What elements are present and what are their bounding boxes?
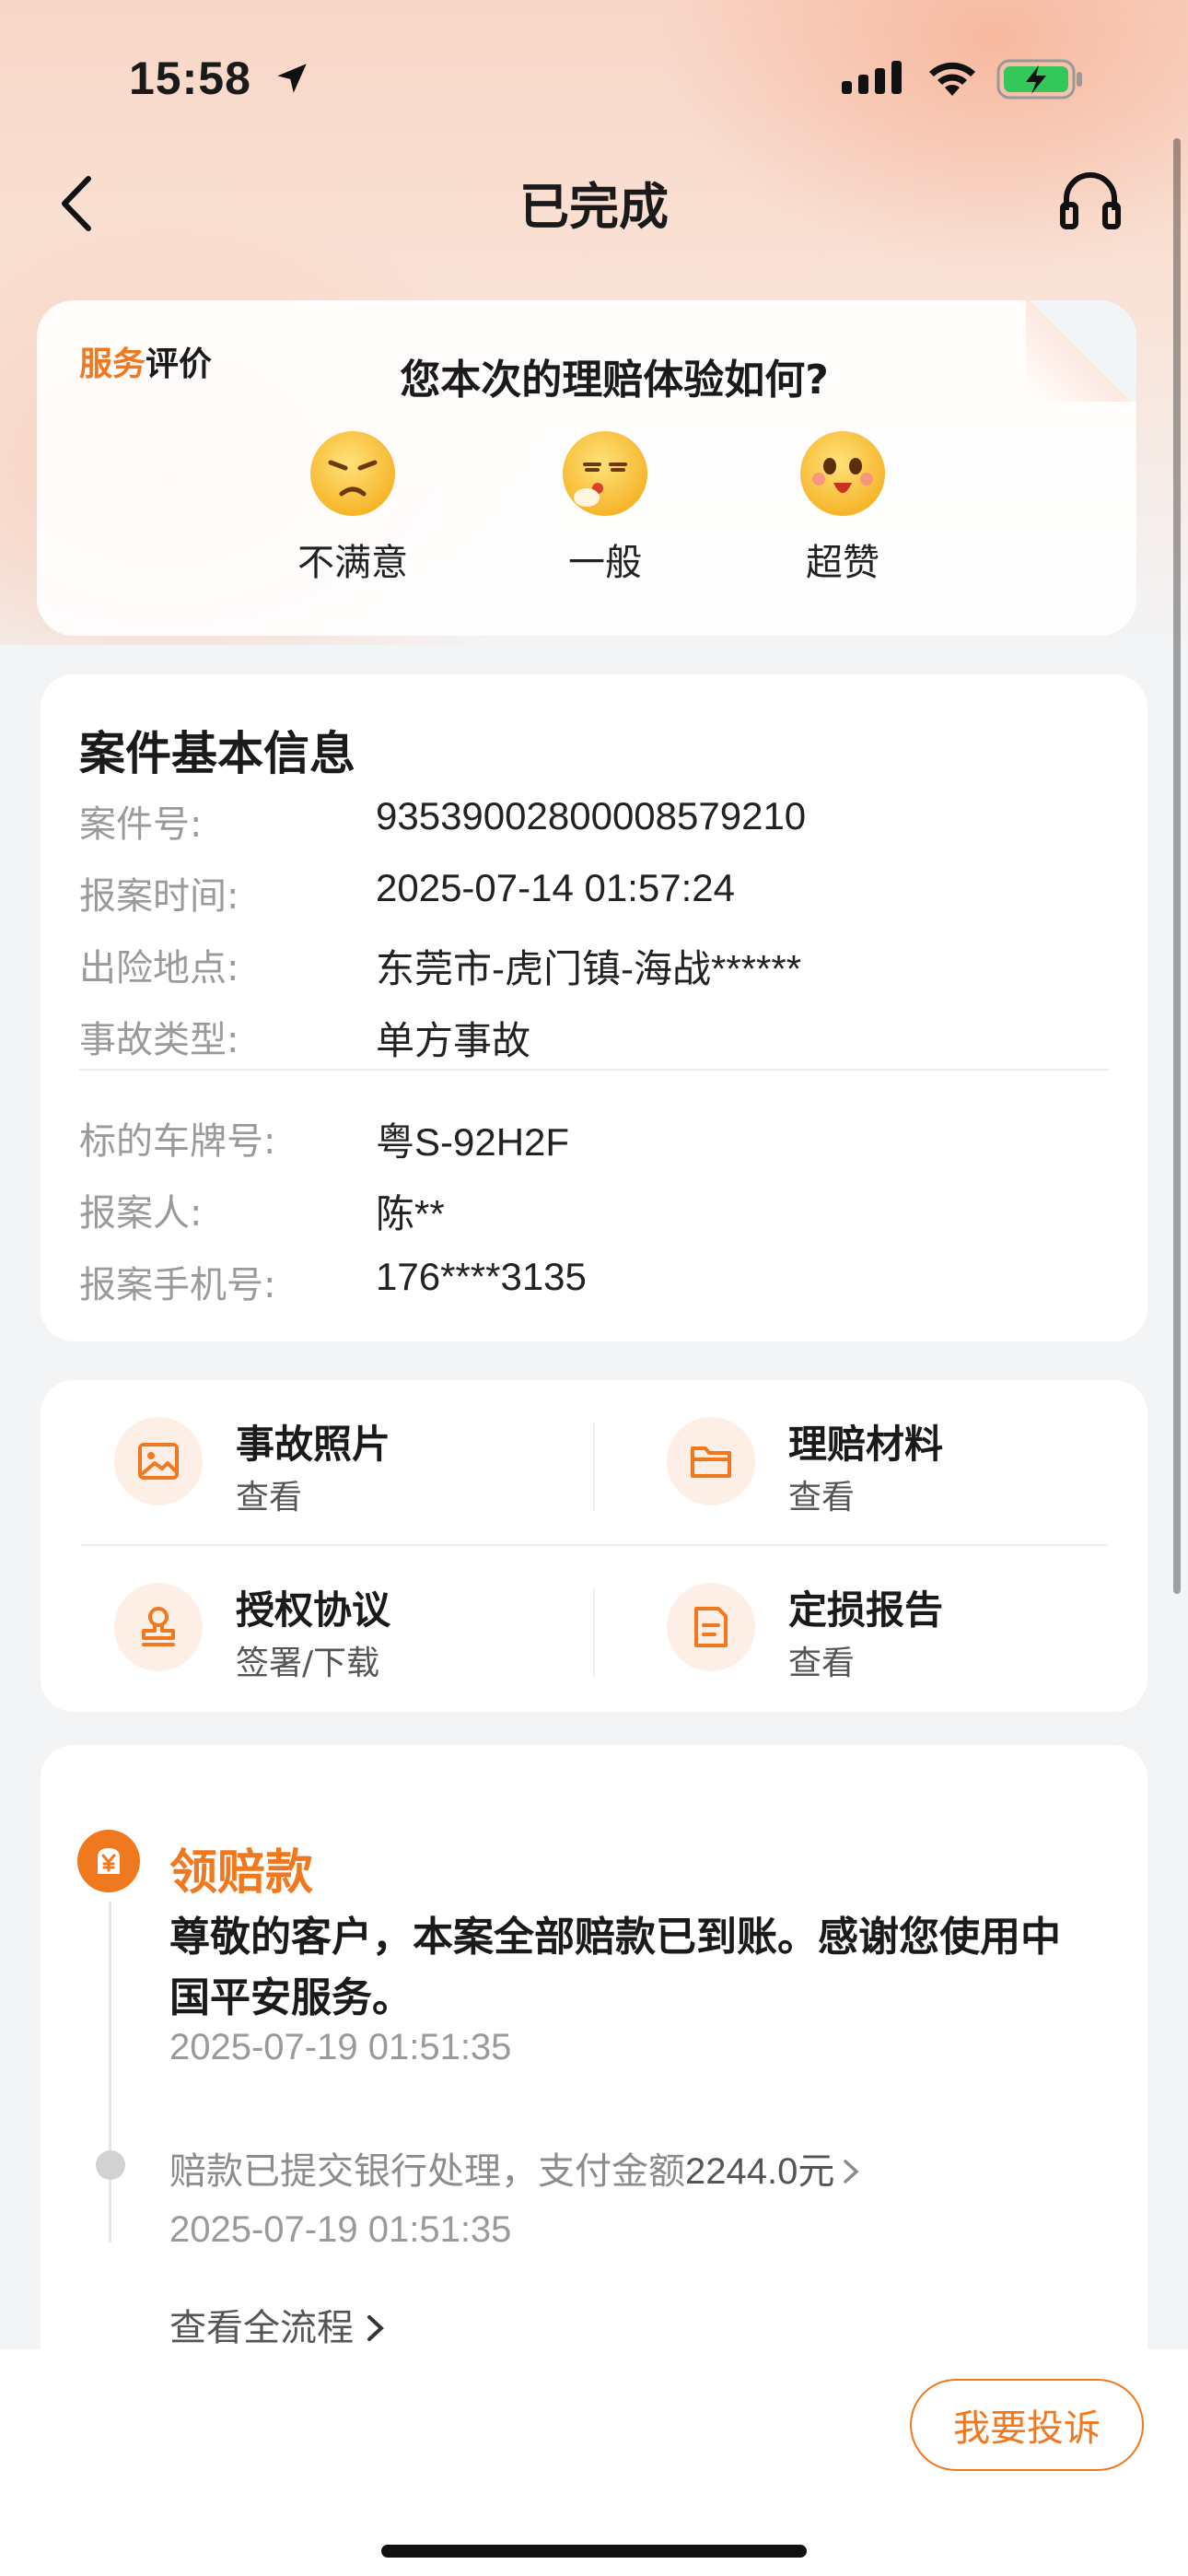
timeline-title: 领赔款 — [169, 1845, 314, 1901]
status-time: 15:58 — [129, 53, 251, 104]
quick-action-title: 授权协议 — [236, 1587, 391, 1633]
quick-action-sub: 查看 — [236, 1479, 303, 1516]
info-value: 单方事故 — [376, 1019, 531, 1062]
timeline-current-node — [77, 1830, 140, 1892]
info-value: 陈** — [376, 1192, 445, 1235]
rating-option-label: 一般 — [568, 542, 642, 584]
battery-charging-icon — [996, 59, 1082, 100]
quick-actions-card: 事故照片 查看 理赔材料 查看 授权协议 签署/下载 定损报告 查看 — [41, 1380, 1147, 1712]
quick-action-title: 事故照片 — [236, 1422, 391, 1467]
info-key: 出险地点: — [79, 947, 239, 989]
timeline-date: 2025-07-19 01:51:35 — [169, 2209, 512, 2250]
info-value: 93539002800008579210 — [376, 794, 807, 837]
quick-action-title: 定损报告 — [788, 1587, 944, 1633]
info-key: 报案人: — [79, 1192, 203, 1235]
timeline-past-node — [96, 2150, 125, 2180]
chevron-right-icon — [844, 2160, 859, 2184]
stamp-icon — [142, 1607, 175, 1646]
info-key: 报案时间: — [79, 875, 239, 918]
info-divider — [79, 1069, 1109, 1071]
claim-progress-card: 领赔款 尊敬的客户，本案全部赔款已到账。感谢您使用中国平安服务。 2025-07… — [41, 1745, 1147, 2390]
rating-option-label: 超赞 — [806, 542, 879, 584]
timeline-date: 2025-07-19 01:51:35 — [169, 2027, 512, 2067]
service-rating-card: 服务评价 您本次的理赔体验如何? 不满意 一般 超赞 — [37, 300, 1136, 636]
cellular-signal-icon — [842, 61, 902, 94]
info-key: 标的车牌号: — [79, 1120, 276, 1163]
info-value: 2025-07-14 01:57:24 — [376, 866, 735, 909]
photo-icon — [138, 1443, 179, 1480]
home-indicator — [381, 2545, 807, 2558]
neutral-face-icon — [563, 431, 647, 516]
scrollbar[interactable] — [1173, 138, 1181, 1594]
timeline-line — [109, 1902, 111, 2242]
bottom-action-bar: 我要投诉 — [0, 2349, 1188, 2576]
status-bar: 15:58 — [0, 0, 1188, 147]
case-info-card: 案件基本信息 案件号: 93539002800008579210 报案时间: 2… — [41, 674, 1147, 1341]
case-info-title: 案件基本信息 — [79, 727, 355, 780]
complaint-button[interactable]: 我要投诉 — [910, 2379, 1144, 2471]
quick-action-sub: 查看 — [788, 1645, 856, 1682]
happy-face-icon — [800, 431, 885, 516]
view-full-process-link[interactable]: 查看全流程 — [169, 2298, 389, 2351]
report-icon — [694, 1607, 728, 1647]
rating-option-average[interactable]: 一般 — [527, 429, 683, 586]
info-key: 事故类型: — [79, 1019, 239, 1061]
chevron-right-icon — [367, 2315, 384, 2341]
info-value: 176****3135 — [376, 1255, 587, 1298]
rating-option-label: 不满意 — [297, 542, 408, 584]
quick-action-sub: 查看 — [788, 1479, 856, 1516]
rating-option-unsatisfied[interactable]: 不满意 — [274, 429, 431, 586]
angry-face-icon — [310, 431, 395, 516]
info-value: 粤S-92H2F — [376, 1120, 570, 1164]
damage-report-item[interactable]: 定损报告 查看 — [593, 1546, 1109, 1703]
rating-option-excellent[interactable]: 超赞 — [764, 429, 921, 586]
wifi-icon — [929, 62, 975, 96]
authorization-agreement-item[interactable]: 授权协议 签署/下载 — [41, 1546, 556, 1703]
money-bag-icon — [98, 1848, 120, 1874]
folder-icon — [691, 1446, 731, 1478]
accident-photos-item[interactable]: 事故照片 查看 — [41, 1380, 556, 1537]
info-key: 案件号: — [79, 803, 203, 846]
info-value: 东莞市-虎门镇-海战****** — [376, 947, 802, 990]
quick-action-sub: 签署/下载 — [236, 1645, 380, 1682]
rating-question: 您本次的理赔体验如何? — [400, 357, 829, 404]
page-title: 已完成 — [519, 178, 669, 236]
timeline-message: 尊敬的客户，本案全部赔款已到账。感谢您使用中国平安服务。 — [169, 1914, 1061, 2021]
quick-action-title: 理赔材料 — [788, 1422, 944, 1467]
claim-materials-item[interactable]: 理赔材料 查看 — [593, 1380, 1109, 1537]
location-arrow-icon — [277, 64, 307, 93]
timeline-sub-text: 赔款已提交银行处理，支付金额2244.0元 — [169, 2141, 864, 2195]
info-key: 报案手机号: — [79, 1264, 276, 1306]
headset-support-icon[interactable] — [1057, 166, 1124, 232]
